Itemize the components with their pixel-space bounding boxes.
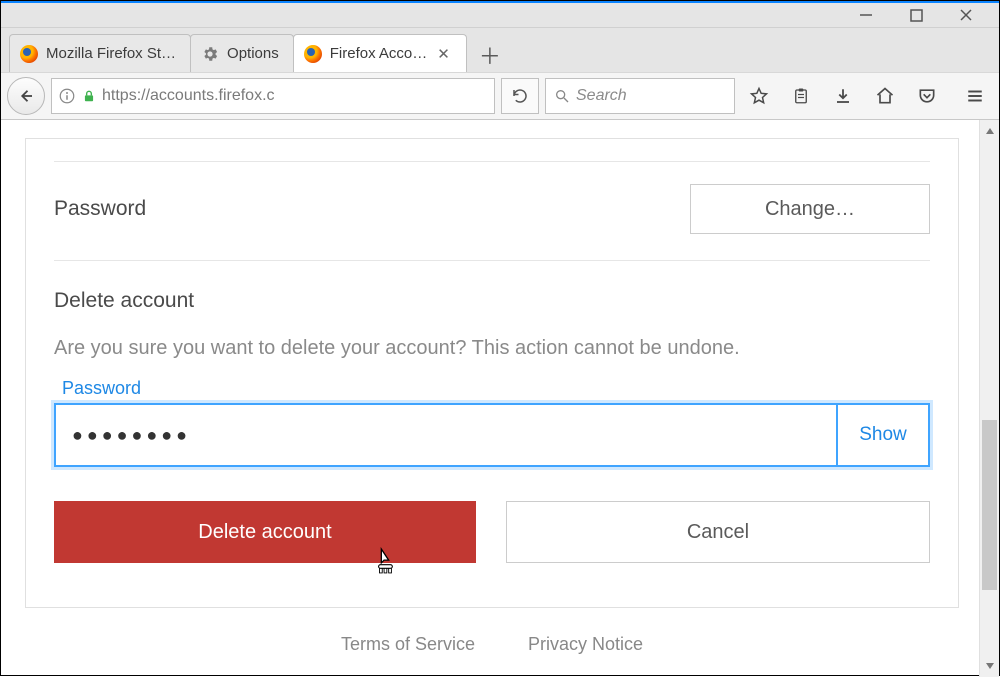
cancel-button[interactable]: Cancel bbox=[506, 501, 930, 563]
close-button[interactable] bbox=[941, 3, 991, 28]
divider bbox=[54, 161, 930, 162]
content-area: Password Change… Delete account Are you … bbox=[1, 120, 999, 677]
password-input-wrapper: Show bbox=[54, 403, 930, 467]
tab-label: Mozilla Firefox St… bbox=[46, 45, 176, 62]
clipboard-button[interactable] bbox=[783, 78, 819, 114]
tab-options[interactable]: Options bbox=[190, 34, 294, 72]
password-field-label: Password bbox=[54, 378, 930, 399]
window-controls bbox=[1, 3, 999, 28]
search-icon bbox=[554, 88, 570, 104]
tab-label: Firefox Acco… bbox=[330, 45, 428, 62]
info-icon[interactable] bbox=[58, 87, 76, 105]
privacy-link[interactable]: Privacy Notice bbox=[528, 634, 643, 654]
password-row: Password Change… bbox=[54, 184, 930, 261]
scroll-down-button[interactable] bbox=[980, 655, 999, 677]
navigation-toolbar: https://accounts.firefox.c Search bbox=[1, 72, 999, 120]
password-label: Password bbox=[54, 197, 146, 221]
maximize-button[interactable] bbox=[891, 3, 941, 28]
button-row: Delete account Cancel bbox=[54, 501, 930, 563]
password-input[interactable] bbox=[56, 405, 836, 465]
firefox-icon bbox=[304, 45, 322, 63]
delete-account-warning: Are you sure you want to delete your acc… bbox=[54, 337, 930, 360]
scroll-thumb[interactable] bbox=[982, 420, 997, 590]
delete-account-heading: Delete account bbox=[54, 289, 930, 313]
firefox-icon bbox=[20, 45, 38, 63]
settings-panel: Password Change… Delete account Are you … bbox=[25, 138, 959, 608]
url-bar[interactable]: https://accounts.firefox.c bbox=[51, 78, 495, 114]
gear-icon bbox=[201, 45, 219, 63]
tabstrip: Mozilla Firefox St… Options Firefox Acco… bbox=[1, 28, 999, 72]
page-body: Password Change… Delete account Are you … bbox=[1, 120, 979, 677]
downloads-button[interactable] bbox=[825, 78, 861, 114]
minimize-button[interactable] bbox=[841, 3, 891, 28]
scrollbar[interactable] bbox=[979, 120, 999, 677]
tab-firefox-accounts[interactable]: Firefox Acco… ✕ bbox=[293, 34, 467, 72]
tab-firefox-start[interactable]: Mozilla Firefox St… bbox=[9, 34, 191, 72]
home-button[interactable] bbox=[867, 78, 903, 114]
delete-account-button[interactable]: Delete account bbox=[54, 501, 476, 563]
change-password-button[interactable]: Change… bbox=[690, 184, 930, 234]
bookmark-star-button[interactable] bbox=[741, 78, 777, 114]
tab-label: Options bbox=[227, 45, 279, 62]
footer-links: Terms of Service Privacy Notice bbox=[25, 634, 959, 655]
terms-link[interactable]: Terms of Service bbox=[341, 634, 475, 654]
url-text: https://accounts.firefox.c bbox=[102, 87, 275, 105]
show-password-button[interactable]: Show bbox=[836, 405, 928, 465]
pocket-button[interactable] bbox=[909, 78, 945, 114]
back-button[interactable] bbox=[7, 77, 45, 115]
lock-icon bbox=[82, 88, 96, 104]
search-bar[interactable]: Search bbox=[545, 78, 735, 114]
new-tab-button[interactable]: ＋ bbox=[472, 38, 508, 72]
scroll-up-button[interactable] bbox=[980, 120, 999, 142]
reload-button[interactable] bbox=[501, 78, 539, 114]
menu-button[interactable] bbox=[957, 78, 993, 114]
close-icon[interactable]: ✕ bbox=[435, 45, 452, 63]
search-placeholder: Search bbox=[576, 87, 627, 105]
